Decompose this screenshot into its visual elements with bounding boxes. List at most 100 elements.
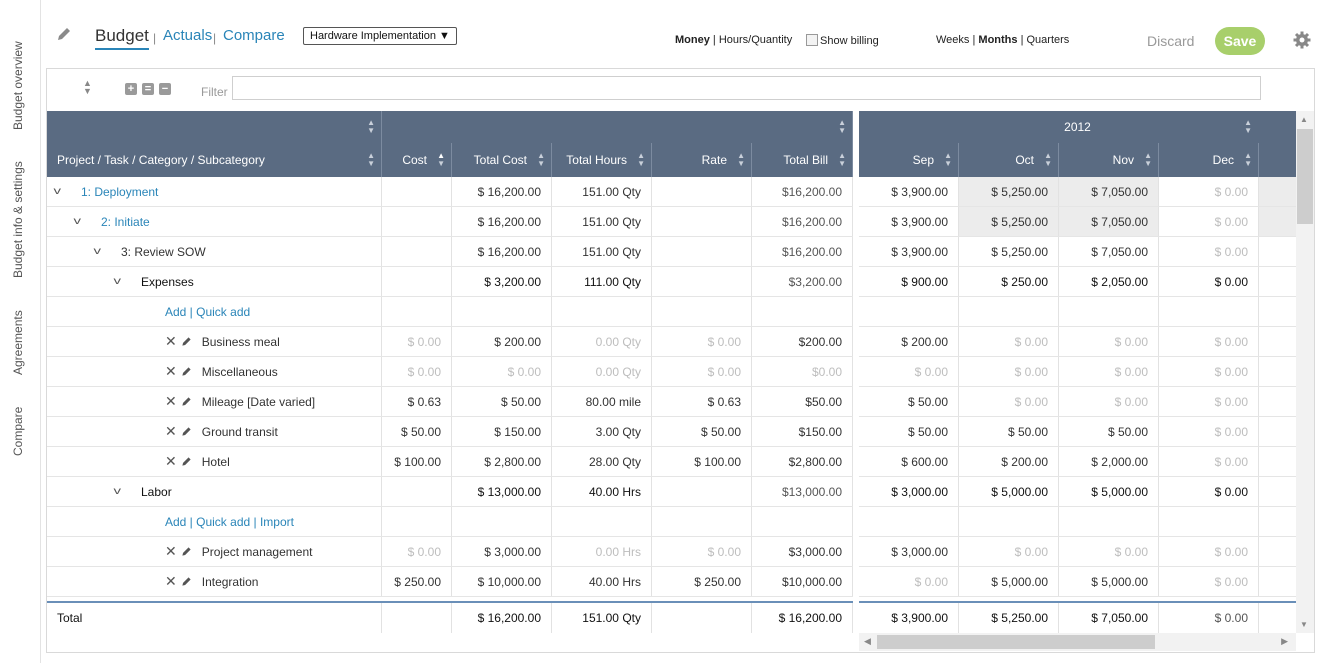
scroll-left-icon[interactable]: ◀	[864, 636, 871, 647]
cell-month-dec[interactable]: $ 0.00	[1159, 477, 1259, 506]
cell-month-nov[interactable]: $ 0.00	[1059, 357, 1159, 386]
cell-month-dec[interactable]: $ 0.00	[1159, 267, 1259, 296]
cell-month-sep[interactable]: $ 0.00	[859, 567, 959, 596]
header-rate[interactable]: Rate ▲ ▼	[652, 143, 752, 177]
cell-month-nov[interactable]	[1059, 297, 1159, 326]
delete-icon[interactable]: ✕	[165, 543, 177, 560]
tab-compare[interactable]: Compare	[223, 27, 285, 44]
cell-month-dec[interactable]: $ 0.00	[1159, 387, 1259, 416]
show-billing-toggle[interactable]: Show billing	[806, 34, 879, 47]
sort-icon[interactable]: ▲ ▼	[1244, 152, 1252, 168]
cell-month-oct[interactable]: $ 50.00	[959, 417, 1059, 446]
cell-month-oct[interactable]	[959, 297, 1059, 326]
cell-month-dec[interactable]: $ 0.00	[1159, 237, 1259, 266]
edit-icon[interactable]	[181, 396, 192, 407]
cell-month-nov[interactable]: $ 0.00	[1059, 537, 1159, 566]
cell-month-nov[interactable]: $ 7,050.00	[1059, 207, 1159, 236]
cell-month-nov[interactable]: $ 2,050.00	[1059, 267, 1159, 296]
header-name[interactable]: Project / Task / Category / Subcategory ▲…	[47, 143, 382, 177]
period-quarters[interactable]: Quarters	[1027, 34, 1070, 46]
cell-month-nov[interactable]	[1059, 507, 1159, 536]
delete-icon[interactable]: ✕	[165, 363, 177, 380]
cell-month-oct[interactable]: $ 250.00	[959, 267, 1059, 296]
sort-icon[interactable]: ▲ ▼	[1244, 119, 1252, 135]
header-total-bill[interactable]: Total Bill ▲ ▼	[752, 143, 853, 177]
header-total-cost[interactable]: Total Cost ▲ ▼	[452, 143, 552, 177]
cell-month-dec[interactable]: $ 0.00	[1159, 537, 1259, 566]
sort-icon[interactable]: ▲ ▼	[537, 152, 545, 168]
cell-month-dec[interactable]: $ 0.00	[1159, 327, 1259, 356]
header-cost[interactable]: Cost ▲ ▼	[382, 143, 452, 177]
header-month-nov[interactable]: Nov ▲ ▼	[1059, 143, 1159, 177]
add-links[interactable]: Add | Quick add	[165, 305, 250, 319]
cell-month-dec[interactable]	[1159, 297, 1259, 326]
cell-month-oct[interactable]: $ 0.00	[959, 327, 1059, 356]
save-button[interactable]: Save	[1215, 27, 1265, 55]
cell-month-sep[interactable]: $ 3,900.00	[859, 207, 959, 236]
collapse-all-icon[interactable]: −	[159, 83, 171, 95]
scroll-thumb[interactable]	[1297, 129, 1313, 224]
cell-month-sep[interactable]: $ 50.00	[859, 417, 959, 446]
unit-money[interactable]: Money	[675, 34, 710, 46]
cell-month-nov[interactable]: $ 0.00	[1059, 387, 1159, 416]
side-tab-budget-overview[interactable]: Budget overview	[4, 40, 32, 132]
cell-month-sep[interactable]: $ 50.00	[859, 387, 959, 416]
edit-icon[interactable]	[181, 426, 192, 437]
tab-actuals[interactable]: Actuals	[163, 27, 212, 44]
chevron-down-icon[interactable]: v	[94, 246, 115, 257]
cell-month-sep[interactable]: $ 900.00	[859, 267, 959, 296]
collapse-level-icon[interactable]: =	[142, 83, 154, 95]
discard-button[interactable]: Discard	[1147, 33, 1194, 49]
chevron-down-icon[interactable]: v	[54, 186, 75, 197]
scroll-right-icon[interactable]: ▶	[1281, 636, 1288, 647]
pencil-icon[interactable]	[56, 26, 72, 42]
cell-month-dec[interactable]: $ 0.00	[1159, 417, 1259, 446]
edit-icon[interactable]	[181, 366, 192, 377]
cell-month-oct[interactable]: $ 5,250.00	[959, 177, 1059, 206]
sort-icon[interactable]: ▲ ▼	[437, 152, 445, 168]
cell-month-dec[interactable]: $ 0.00	[1159, 447, 1259, 476]
chevron-down-icon[interactable]: v	[74, 216, 95, 227]
cell-month-oct[interactable]: $ 5,000.00	[959, 567, 1059, 596]
header-month-sep[interactable]: Sep ▲ ▼	[859, 143, 959, 177]
cell-month-sep[interactable]: $ 0.00	[859, 357, 959, 386]
unit-hours-quantity[interactable]: Hours/Quantity	[719, 34, 792, 46]
delete-icon[interactable]: ✕	[165, 453, 177, 470]
cell-month-sep[interactable]: $ 3,900.00	[859, 177, 959, 206]
cell-month-oct[interactable]: $ 5,000.00	[959, 477, 1059, 506]
sort-icon[interactable]: ▲ ▼	[637, 152, 645, 168]
add-links[interactable]: Add | Quick add | Import	[165, 515, 294, 529]
cell-month-dec[interactable]: $ 0.00	[1159, 357, 1259, 386]
cell-month-sep[interactable]: $ 3,000.00	[859, 477, 959, 506]
sort-icon[interactable]: ▲ ▼	[1144, 152, 1152, 168]
horizontal-scrollbar[interactable]: ◀ ▶	[859, 633, 1296, 651]
cell-month-dec[interactable]	[1159, 507, 1259, 536]
cell-month-nov[interactable]: $ 7,050.00	[1059, 177, 1159, 206]
vertical-scrollbar[interactable]: ▲ ▼	[1296, 111, 1314, 633]
cell-month-sep[interactable]	[859, 297, 959, 326]
expand-all-icon[interactable]: +	[125, 83, 137, 95]
scroll-down-icon[interactable]: ▼	[1300, 620, 1308, 629]
cell-month-nov[interactable]: $ 5,000.00	[1059, 567, 1159, 596]
chevron-down-icon[interactable]: v	[114, 276, 135, 287]
scroll-thumb[interactable]	[877, 635, 1155, 649]
cell-month-nov[interactable]: $ 50.00	[1059, 417, 1159, 446]
sort-icon[interactable]: ▲ ▼	[737, 152, 745, 168]
delete-icon[interactable]: ✕	[165, 423, 177, 440]
cell-month-oct[interactable]: $ 0.00	[959, 537, 1059, 566]
header-total-hours[interactable]: Total Hours ▲ ▼	[552, 143, 652, 177]
cell-month-oct[interactable]: $ 0.00	[959, 387, 1059, 416]
delete-icon[interactable]: ✕	[165, 333, 177, 350]
cell-month-dec[interactable]: $ 0.00	[1159, 177, 1259, 206]
scroll-up-icon[interactable]: ▲	[1300, 115, 1308, 124]
side-tab-agreements[interactable]: Agreements	[4, 310, 32, 376]
edit-icon[interactable]	[181, 546, 192, 557]
cell-month-dec[interactable]: $ 0.00	[1159, 207, 1259, 236]
cell-month-sep[interactable]: $ 200.00	[859, 327, 959, 356]
cell-month-oct[interactable]: $ 200.00	[959, 447, 1059, 476]
cell-month-nov[interactable]: $ 5,000.00	[1059, 477, 1159, 506]
cell-month-oct[interactable]: $ 0.00	[959, 357, 1059, 386]
sort-icon[interactable]: ▲ ▼	[944, 152, 952, 168]
sort-icon[interactable]: ▲ ▼	[1044, 152, 1052, 168]
tab-budget[interactable]: Budget	[95, 26, 149, 50]
